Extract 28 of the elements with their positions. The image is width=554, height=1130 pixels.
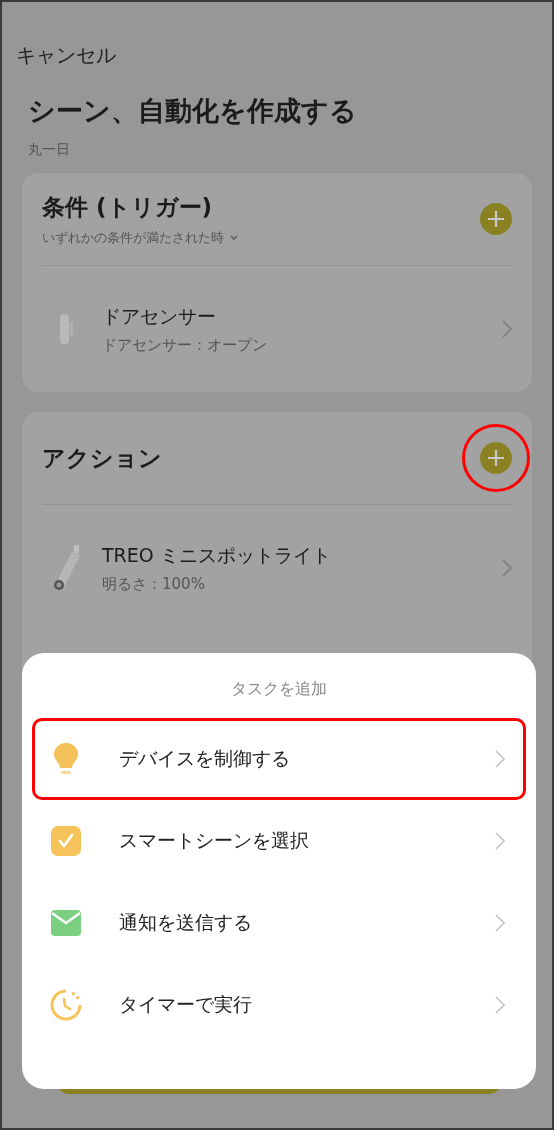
task-option[interactable]: スマートシーンを選択 — [32, 800, 526, 882]
plus-icon — [480, 442, 512, 474]
task-option[interactable]: タイマーで実行 — [32, 964, 526, 1046]
envelope-icon — [51, 910, 81, 936]
chevron-icon — [495, 996, 505, 1014]
sheet-title: タスクを追加 — [231, 679, 327, 700]
section-title: アクション — [42, 443, 162, 473]
lightbulb-icon — [53, 742, 79, 776]
cancel-button[interactable]: キャンセル — [16, 42, 116, 69]
chevron-icon — [495, 914, 505, 932]
task-option[interactable]: デバイスを制御する — [32, 718, 526, 800]
page-title: シーン、自動化を作成する — [28, 94, 358, 128]
device-status: ドアセンサー：オープン — [102, 335, 268, 355]
chevron-icon — [502, 559, 512, 577]
schedule-label: 丸一日 — [28, 141, 71, 159]
timer-icon — [50, 989, 82, 1021]
device-name: TREO ミニスポットライト — [102, 542, 332, 568]
section-title: 条件 (トリガー) — [42, 193, 213, 220]
device-status: 明るさ：100% — [102, 574, 206, 594]
plus-icon — [480, 203, 512, 235]
chevron-icon — [502, 320, 512, 338]
chevron-down-icon — [230, 235, 238, 240]
chevron-icon — [495, 750, 505, 768]
add-button[interactable] — [462, 424, 530, 492]
chevron-icon — [495, 832, 505, 850]
device-name: ドアセンサー — [102, 303, 217, 329]
task-option[interactable]: 通知を送信する — [32, 882, 526, 964]
checkmark-icon — [51, 826, 81, 856]
